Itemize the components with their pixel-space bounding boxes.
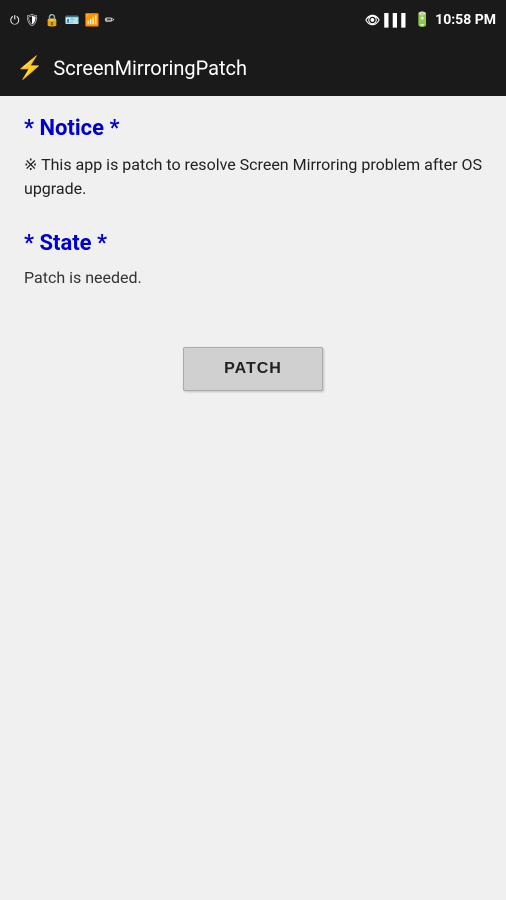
patch-button[interactable]: PATCH — [183, 347, 323, 391]
wifi-icon: 📶 — [85, 13, 100, 27]
status-bar-left-icons: ⏻ 🛡 🔒 🪪 📶 ✏ — [10, 13, 115, 28]
notice-body: ※ This app is patch to resolve Screen Mi… — [24, 153, 482, 201]
edit-icon: ✏ — [105, 13, 115, 27]
signal-icon: ▌▌▌ — [384, 13, 410, 27]
status-bar: ⏻ 🛡 🔒 🪪 📶 ✏ 👁 ▌▌▌ 🔋 10:58 PM — [0, 0, 506, 40]
status-bar-right-icons: 👁 ▌▌▌ 🔋 10:58 PM — [365, 12, 496, 28]
state-title: * State * — [24, 231, 482, 256]
status-time: 10:58 PM — [435, 12, 496, 28]
notice-title: * Notice * — [24, 116, 482, 141]
shield-icon: 🛡 — [25, 13, 40, 27]
main-content: * Notice * ※ This app is patch to resolv… — [0, 96, 506, 900]
state-section: * State * Patch is needed. — [24, 231, 482, 287]
state-body: Patch is needed. — [24, 268, 482, 287]
app-icon: ⚡ — [16, 56, 43, 81]
app-title: ScreenMirroringPatch — [53, 56, 247, 80]
usb-icon: ⏻ — [10, 13, 20, 28]
id-icon: 🪪 — [65, 13, 80, 27]
app-bar: ⚡ ScreenMirroringPatch — [0, 40, 506, 96]
eye-icon: 👁 — [365, 13, 380, 27]
lock-icon: 🔒 — [45, 13, 60, 27]
battery-icon: 🔋 — [414, 12, 431, 28]
notice-section: * Notice * ※ This app is patch to resolv… — [24, 116, 482, 201]
patch-button-container: PATCH — [24, 347, 482, 391]
